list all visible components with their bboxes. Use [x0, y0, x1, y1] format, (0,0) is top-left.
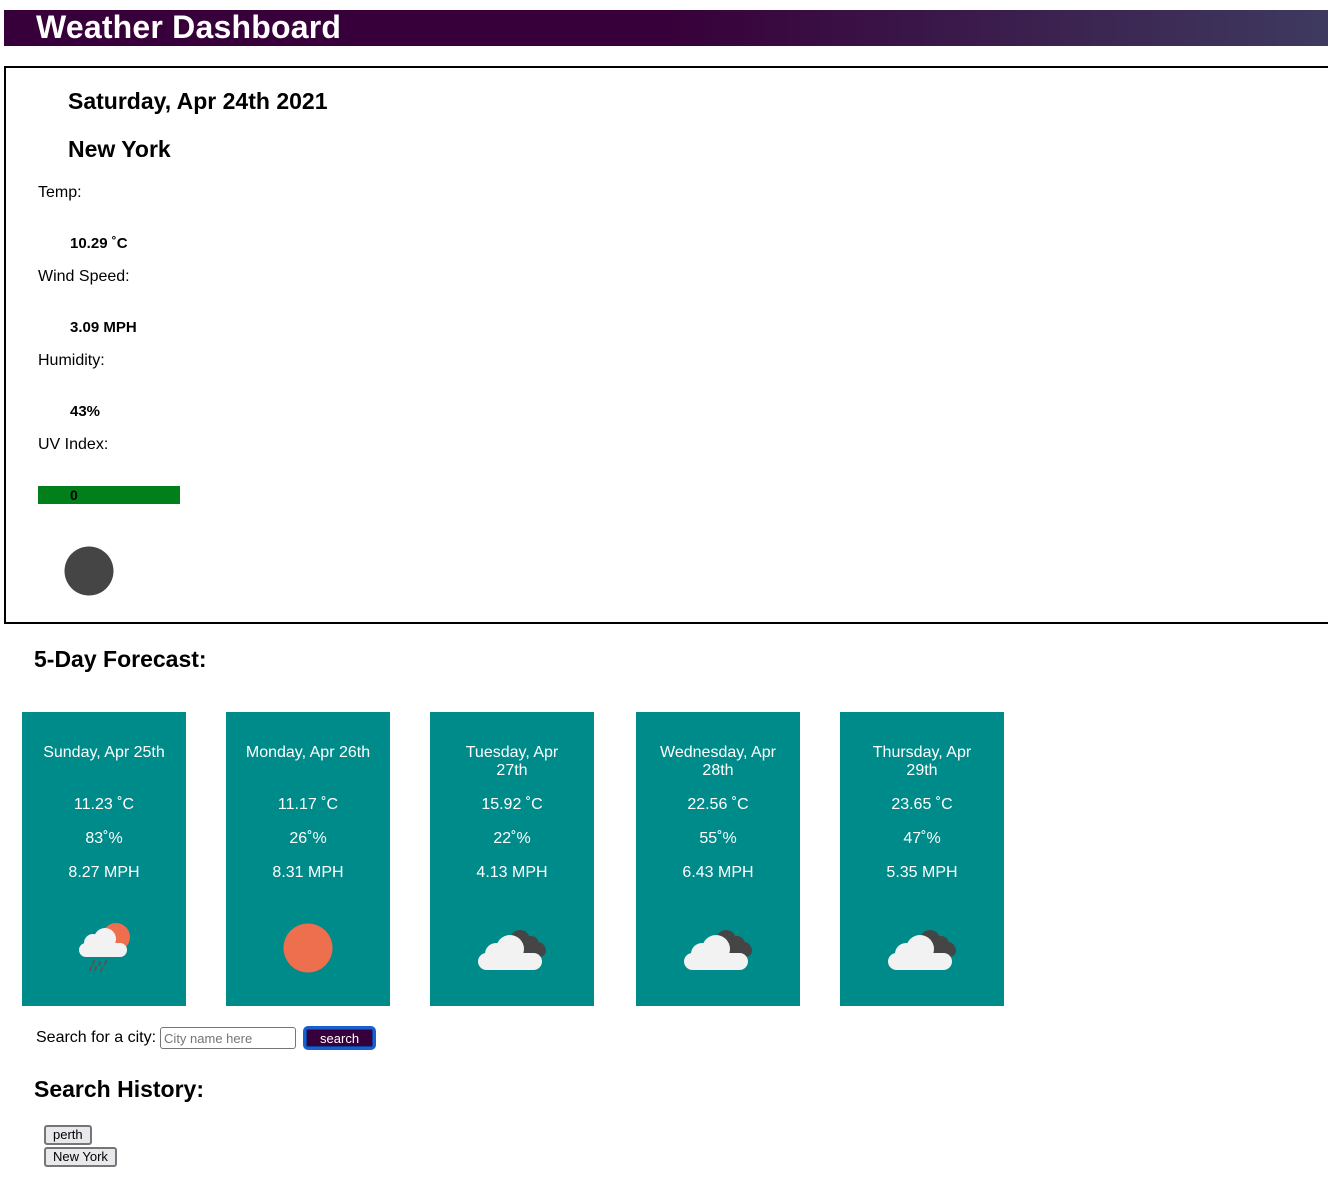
forecast-humidity: 22˚%: [493, 830, 531, 847]
moon-icon: [64, 546, 114, 596]
forecast-wind: 8.31 MPH: [272, 864, 344, 881]
forecast-temp: 15.92 ˚C: [481, 796, 543, 813]
temp-value: 10.29 ˚C: [70, 235, 128, 252]
forecast-wind: 6.43 MPH: [682, 864, 754, 881]
forecast-day: Tuesday, Apr 27th: [465, 744, 559, 779]
uv-label: UV Index:: [38, 436, 109, 453]
forecast-wind: 5.35 MPH: [886, 864, 958, 881]
forecast-day: Wednesday, Apr 28th: [660, 744, 776, 779]
forecast-card: Sunday, Apr 25th 11.23 ˚C 83˚% 8.27 MPH: [22, 712, 186, 1006]
forecast-day: Monday, Apr 26th: [245, 744, 371, 761]
wind-label: Wind Speed:: [38, 268, 130, 285]
uv-index-badge: 0: [38, 486, 180, 504]
search-history-title: Search History:: [34, 1076, 205, 1102]
search-label: Search for a city:: [36, 1029, 157, 1046]
forecast-temp: 22.56 ˚C: [687, 796, 749, 813]
forecast-humidity: 55˚%: [699, 830, 737, 847]
forecast-humidity: 26˚%: [289, 830, 327, 847]
forecast-card: Wednesday, Apr 28th 22.56 ˚C 55˚% 6.43 M…: [636, 712, 800, 1006]
wind-value: 3.09 MPH: [70, 319, 137, 336]
search-row: Search for a city: search: [36, 1026, 377, 1050]
forecast-temp: 23.65 ˚C: [891, 796, 953, 813]
forecast-humidity: 83˚%: [85, 830, 123, 847]
temp-label: Temp:: [38, 184, 82, 201]
clouds-icon: [684, 930, 752, 970]
forecast-temp: 11.23 ˚C: [73, 796, 135, 813]
forecast-humidity: 47˚%: [903, 830, 941, 847]
history-item-new-york[interactable]: New York: [44, 1147, 117, 1167]
current-date: Saturday, Apr 24th 2021: [68, 88, 328, 114]
app-title: Weather Dashboard: [36, 9, 342, 45]
forecast-card: Monday, Apr 26th 11.17 ˚C 26˚% 8.31 MPH: [226, 712, 390, 1006]
forecast-card: Tuesday, Apr 27th 15.92 ˚C 22˚% 4.13 MPH: [430, 712, 594, 1006]
forecast-wind: 8.27 MPH: [68, 864, 140, 881]
forecast-title: 5-Day Forecast:: [34, 646, 207, 672]
forecast-card: Thursday, Apr 29th 23.65 ˚C 47˚% 5.35 MP…: [840, 712, 1004, 1006]
uv-value: 0: [70, 487, 78, 503]
current-weather-panel: Saturday, Apr 24th 2021 New York Temp: 1…: [4, 66, 1328, 624]
rain-sun-icon: [79, 923, 130, 972]
history-item-perth[interactable]: perth: [44, 1125, 92, 1145]
header-bar: Weather Dashboard: [4, 9, 1328, 46]
forecast-wind: 4.13 MPH: [476, 864, 548, 881]
humidity-label: Humidity:: [38, 352, 105, 369]
forecast-day: Thursday, Apr 29th: [872, 744, 972, 779]
city-search-input[interactable]: [160, 1027, 297, 1049]
current-city: New York: [68, 136, 171, 162]
clouds-icon: [888, 930, 956, 970]
forecast-day: Sunday, Apr 25th: [43, 744, 165, 761]
humidity-value: 43%: [70, 403, 101, 420]
sun-icon: [283, 923, 333, 973]
forecast-temp: 11.17 ˚C: [277, 796, 339, 813]
clouds-icon: [478, 930, 546, 970]
search-button[interactable]: search: [303, 1026, 377, 1050]
